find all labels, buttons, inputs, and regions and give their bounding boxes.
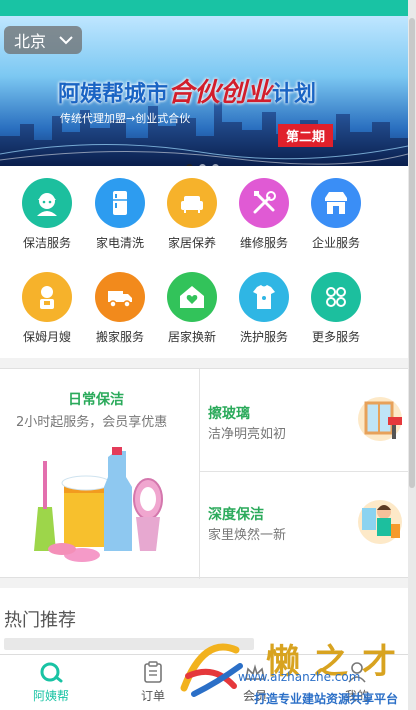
cleaning-person-icon: [22, 178, 72, 228]
tab-label: 会员: [242, 689, 267, 703]
nanny-icon: [22, 272, 72, 322]
service-label: 更多服务: [311, 330, 360, 344]
glass-cleaning-title: 擦玻璃: [208, 406, 250, 422]
daily-cleaning-title: 日常保洁: [68, 392, 124, 408]
hot-recommendations: 热门推荐: [0, 588, 408, 654]
tab-label: 订单: [140, 689, 165, 703]
storefront-icon: [311, 178, 361, 228]
house-heart-icon: [167, 272, 217, 322]
promo-section: 日常保洁 2小时起服务，会员享优惠 擦玻璃 洁净明亮如初 深度保洁 家里焕然一新: [0, 368, 408, 579]
service-item[interactable]: 保姆月嫂: [7, 262, 87, 344]
service-item[interactable]: 更多服务: [296, 262, 376, 344]
service-item[interactable]: 搬家服务: [80, 262, 160, 344]
service-item[interactable]: 洗护服务: [224, 262, 304, 344]
bottom-tab-bar: 阿姨帮 订单 会员 我的: [0, 654, 408, 710]
tab-profile[interactable]: 我的: [306, 655, 408, 710]
cleaner-person-image: [358, 500, 402, 544]
scrollbar-thumb[interactable]: [409, 18, 415, 488]
service-item[interactable]: 企业服务: [296, 168, 376, 250]
glass-cleaning-card[interactable]: 擦玻璃 洁净明亮如初: [200, 369, 408, 471]
glass-cleaning-subtitle: 洁净明亮如初: [208, 427, 287, 442]
truck-icon: [95, 272, 145, 322]
service-item[interactable]: 维修服务: [224, 168, 304, 250]
service-item[interactable]: 家电清洗: [80, 168, 160, 250]
promo-banner[interactable]: 北京 阿姨帮城市合伙创业计划 传统代理加盟→创业式合伙 第二期: [0, 16, 408, 166]
tools-icon: [239, 178, 289, 228]
more-grid-icon: [311, 272, 361, 322]
top-accent-bar: [0, 0, 408, 16]
daily-cleaning-subtitle: 2小时起服务，会员享优惠: [16, 415, 168, 430]
service-label: 搬家服务: [95, 330, 144, 344]
banner-title: 阿姨帮城市合伙创业计划: [58, 78, 317, 108]
deep-cleaning-title: 深度保洁: [208, 507, 264, 523]
city-selector[interactable]: 北京: [4, 26, 82, 54]
service-label: 企业服务: [311, 236, 360, 250]
user-icon: [348, 662, 366, 683]
laundry-shirt-icon: [239, 272, 289, 322]
service-label: 维修服务: [239, 236, 288, 250]
tab-label: 我的: [344, 689, 369, 703]
window-cleaning-image: [358, 397, 402, 441]
sofa-icon: [167, 178, 217, 228]
service-item[interactable]: 家居保养: [152, 168, 232, 250]
chevron-down-icon: [59, 36, 73, 45]
home-logo-icon: [40, 662, 63, 683]
crown-icon: [245, 664, 265, 680]
service-grid: 保洁服务 家电清洗 家居保养 维修服务 企业服务保姆月嫂 搬家服务 居家换新 洗护服务 更多服务: [0, 166, 408, 358]
content-placeholder: [4, 638, 254, 650]
deep-cleaning-card[interactable]: 深度保洁 家里焕然一新: [200, 472, 408, 579]
tab-orders[interactable]: 订单: [102, 655, 204, 710]
service-label: 洗护服务: [239, 330, 288, 344]
order-clipboard-icon: [144, 661, 162, 683]
section-title: 热门推荐: [4, 610, 76, 631]
service-label: 居家换新: [167, 330, 216, 344]
service-label: 保洁服务: [22, 236, 71, 250]
tab-home[interactable]: 阿姨帮: [0, 655, 102, 710]
service-item[interactable]: 居家换新: [152, 262, 232, 344]
cleaning-supplies-image: [34, 447, 163, 562]
service-item[interactable]: 保洁服务: [7, 168, 87, 250]
refrigerator-icon: [95, 178, 145, 228]
service-label: 保姆月嫂: [22, 330, 71, 344]
banner-badge: 第二期: [278, 124, 334, 147]
daily-cleaning-card[interactable]: 日常保洁 2小时起服务，会员享优惠: [0, 369, 199, 579]
banner-subtitle: 传统代理加盟→创业式合伙: [60, 112, 191, 125]
deep-cleaning-subtitle: 家里焕然一新: [208, 528, 287, 543]
scrollbar[interactable]: [408, 0, 416, 710]
city-name: 北京: [14, 32, 47, 51]
tab-membership[interactable]: 会员: [204, 655, 306, 710]
tab-label: 阿姨帮: [32, 689, 69, 703]
service-label: 家居保养: [167, 236, 216, 250]
service-label: 家电清洗: [95, 236, 144, 250]
